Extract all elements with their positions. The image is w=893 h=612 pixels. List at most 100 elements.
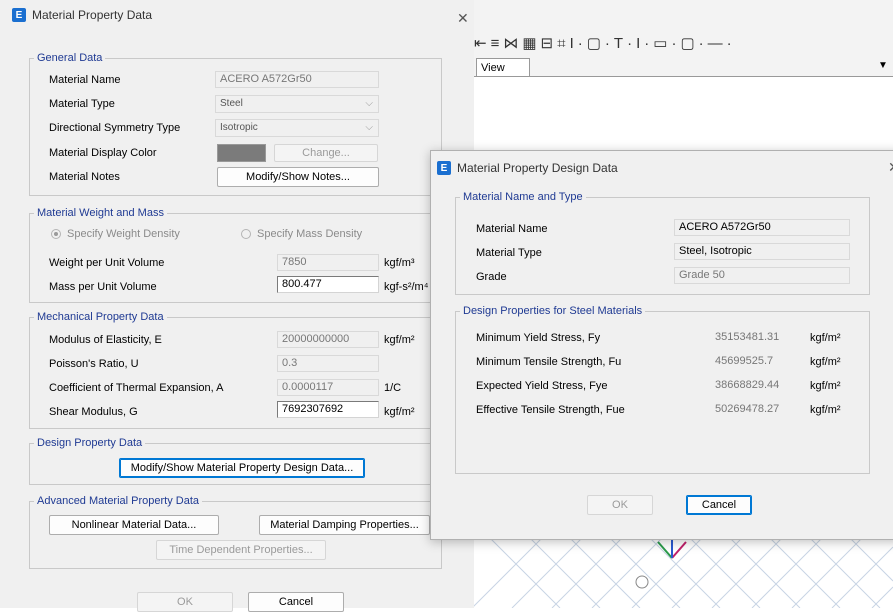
- effective-tensile-strength-label: Effective Tensile Strength, Fue: [476, 404, 625, 416]
- grade-label: Grade: [476, 271, 507, 283]
- modify-show-notes-button[interactable]: Modify/Show Notes...: [217, 167, 379, 187]
- fy-unit: kgf/m²: [810, 332, 841, 344]
- nonlinear-material-data-button[interactable]: Nonlinear Material Data...: [49, 515, 219, 535]
- mass-unit: kgf-s²/m⁴: [384, 281, 429, 293]
- modify-show-design-data-button[interactable]: Modify/Show Material Property Design Dat…: [119, 458, 365, 478]
- shear-modulus-field[interactable]: 7692307692: [277, 401, 379, 418]
- toolbar-tool-icon[interactable]: —: [708, 35, 723, 52]
- background-toolbar: ⇤ ≡ ⋈ ▦ ⊟ ⌗ I · ▢ · T · I · ▭ · ▢ · — ·: [472, 30, 893, 56]
- fye-unit: kgf/m²: [810, 380, 841, 392]
- material-property-data-dialog: E Material Property Data ✕ General Data …: [0, 0, 474, 612]
- app-logo-icon: E: [12, 8, 26, 22]
- material-damping-button[interactable]: Material Damping Properties...: [259, 515, 430, 535]
- fu-unit: kgf/m²: [810, 356, 841, 368]
- grade-field[interactable]: Grade 50: [674, 267, 850, 284]
- material-notes-label: Material Notes: [49, 171, 120, 183]
- shear-modulus-unit: kgf/m²: [384, 406, 415, 418]
- min-yield-stress-label: Minimum Yield Stress, Fy: [476, 332, 601, 344]
- advanced-property-legend: Advanced Material Property Data: [37, 495, 200, 507]
- toolbar-tool-icon[interactable]: ·: [671, 35, 676, 52]
- design-material-name-field[interactable]: ACERO A572Gr50: [674, 219, 850, 236]
- toolbar-tool-icon[interactable]: ·: [644, 35, 649, 52]
- directional-symmetry-dropdown[interactable]: Isotropic ⌵: [215, 119, 379, 137]
- toolbar-tool-icon[interactable]: ·: [627, 35, 632, 52]
- effective-tensile-strength-field[interactable]: 50269478.27: [710, 401, 804, 418]
- toolbar-tool-icon[interactable]: I: [570, 35, 574, 52]
- chevron-down-icon: ⌵: [365, 122, 373, 133]
- min-tensile-strength-field[interactable]: 45699525.7: [710, 353, 804, 370]
- time-dependent-button[interactable]: Time Dependent Properties...: [156, 540, 326, 560]
- directional-symmetry-label: Directional Symmetry Type: [49, 122, 181, 134]
- dialog-titlebar: E Material Property Data: [12, 0, 472, 30]
- view-dropdown-arrow-icon[interactable]: ▼: [878, 60, 888, 71]
- toolbar-tool-icon[interactable]: ·: [578, 35, 583, 52]
- toolbar-tool-icon[interactable]: ⋈: [503, 34, 518, 52]
- toolbar-tool-icon[interactable]: ·: [605, 35, 610, 52]
- material-display-color-label: Material Display Color: [49, 147, 157, 159]
- thermal-expansion-field[interactable]: 0.0000117: [277, 379, 379, 396]
- modulus-elasticity-field[interactable]: 20000000000: [277, 331, 379, 348]
- weight-unit: kgf/m³: [384, 257, 415, 269]
- toolbar-tool-icon[interactable]: ▢: [680, 34, 694, 52]
- app-logo-icon: E: [437, 161, 451, 175]
- toolbar-tool-icon[interactable]: ⌗: [557, 35, 565, 52]
- toolbar-tool-icon[interactable]: ▢: [587, 34, 601, 52]
- toolbar-tool-icon[interactable]: ≡: [491, 35, 500, 52]
- dialog-title: Material Property Data: [32, 8, 153, 22]
- chevron-down-icon: ⌵: [365, 98, 373, 109]
- specify-mass-density-label: Specify Mass Density: [257, 228, 363, 240]
- weight-mass-legend: Material Weight and Mass: [37, 207, 164, 219]
- ok-button[interactable]: OK: [137, 592, 233, 612]
- modulus-unit: kgf/m²: [384, 334, 415, 346]
- design-material-type-label: Material Type: [476, 247, 542, 259]
- fue-unit: kgf/m²: [810, 404, 841, 416]
- change-color-button[interactable]: Change...: [274, 144, 378, 162]
- view-tab[interactable]: View: [476, 58, 530, 76]
- weight-per-volume-label: Weight per Unit Volume: [49, 257, 165, 269]
- shear-modulus-label: Shear Modulus, G: [49, 406, 138, 418]
- design-ok-button[interactable]: OK: [587, 495, 653, 515]
- radio-selected-icon: [51, 229, 61, 239]
- design-dialog-close-icon[interactable]: ✕: [888, 159, 893, 176]
- weight-per-volume-field[interactable]: 7850: [277, 254, 379, 271]
- expected-yield-stress-label: Expected Yield Stress, Fye: [476, 380, 608, 392]
- min-tensile-strength-label: Minimum Tensile Strength, Fu: [476, 356, 622, 368]
- material-type-label: Material Type: [49, 98, 115, 110]
- specify-mass-density-radio[interactable]: Specify Mass Density: [241, 228, 362, 240]
- material-name-label: Material Name: [49, 74, 121, 86]
- toolbar-tool-icon[interactable]: T: [614, 35, 623, 52]
- toolbar-tool-icon[interactable]: ⇤: [474, 34, 487, 52]
- material-name-field[interactable]: ACERO A572Gr50: [215, 71, 379, 88]
- toolbar-tool-icon[interactable]: ⊟: [541, 34, 554, 52]
- toolbar-tool-icon[interactable]: ·: [699, 35, 704, 52]
- toolbar-tool-icon[interactable]: I: [636, 35, 640, 52]
- radio-unselected-icon: [241, 229, 251, 239]
- specify-weight-density-label: Specify Weight Density: [67, 228, 180, 240]
- directional-symmetry-value: Isotropic: [220, 122, 258, 133]
- general-data-legend: General Data: [37, 52, 103, 64]
- axis-gizmo-icon: [635, 538, 687, 589]
- poisson-ratio-field[interactable]: 0.3: [277, 355, 379, 372]
- design-material-type-field[interactable]: Steel, Isotropic: [674, 243, 850, 260]
- design-dialog-title: Material Property Design Data: [457, 161, 618, 175]
- material-color-swatch: [217, 144, 266, 162]
- design-material-name-label: Material Name: [476, 223, 548, 235]
- close-icon[interactable]: ✕: [457, 10, 469, 27]
- toolbar-tool-icon[interactable]: ▦: [522, 34, 536, 52]
- mass-per-volume-field[interactable]: 800.477: [277, 276, 379, 293]
- name-type-legend: Material Name and Type: [463, 191, 583, 203]
- design-cancel-button[interactable]: Cancel: [686, 495, 752, 515]
- toolbar-tool-icon[interactable]: ▭: [653, 34, 667, 52]
- toolbar-tool-icon[interactable]: ·: [727, 35, 732, 52]
- material-type-dropdown[interactable]: Steel ⌵: [215, 95, 379, 113]
- modulus-elasticity-label: Modulus of Elasticity, E: [49, 334, 162, 346]
- expected-yield-stress-field[interactable]: 38668829.44: [710, 377, 804, 394]
- steel-design-legend: Design Properties for Steel Materials: [463, 305, 643, 317]
- design-property-legend: Design Property Data: [37, 437, 143, 449]
- min-yield-stress-field[interactable]: 35153481.31: [710, 329, 804, 346]
- material-type-value: Steel: [220, 98, 243, 109]
- specify-weight-density-radio[interactable]: Specify Weight Density: [51, 228, 180, 240]
- cancel-button[interactable]: Cancel: [248, 592, 344, 612]
- thermal-expansion-label: Coefficient of Thermal Expansion, A: [49, 382, 224, 394]
- design-dialog-titlebar: E Material Property Design Data: [437, 153, 877, 183]
